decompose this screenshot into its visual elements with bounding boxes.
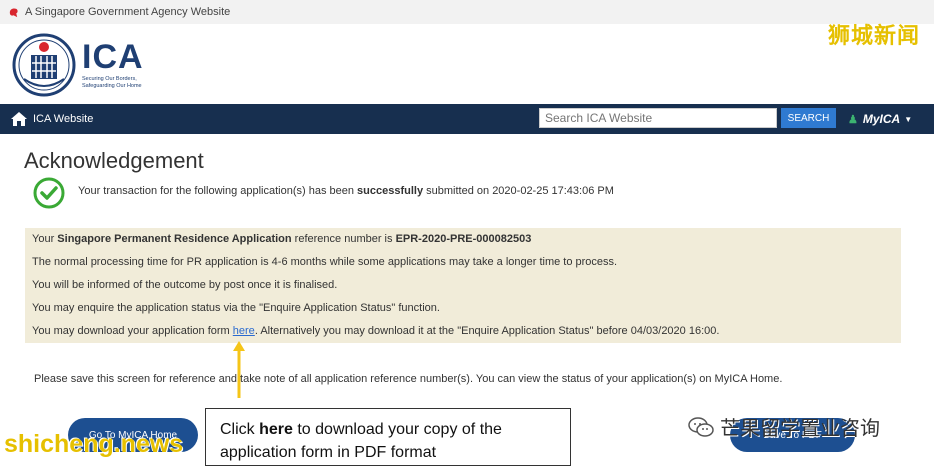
ica-logo[interactable]: ICA Securing Our Borders, Safeguarding O… <box>12 30 144 100</box>
info-outcome: You will be informed of the outcome by p… <box>32 279 338 291</box>
info-line5-prefix: You may download your application form <box>32 325 233 337</box>
success-message: Your transaction for the following appli… <box>78 185 614 197</box>
watermark-bottom-right: 芒果留学置业咨询 <box>688 412 880 441</box>
callout-bold: here <box>259 421 293 438</box>
info-enquire: You may enquire the application status v… <box>32 302 440 314</box>
arrow-up-icon <box>233 341 245 398</box>
gov-banner: A Singapore Government Agency Website <box>0 0 934 24</box>
watermark-bottom-right-text: 芒果留学置业咨询 <box>720 418 880 440</box>
success-bold: successfully <box>357 185 424 197</box>
myica-label: MyICA <box>862 112 901 126</box>
lion-head-icon <box>9 8 18 17</box>
reference-number: EPR-2020-PRE-000082503 <box>395 233 532 245</box>
user-icon: ♟ <box>848 113 858 126</box>
ica-website-link[interactable]: ICA Website <box>10 111 93 127</box>
gov-banner-text: A Singapore Government Agency Website <box>25 6 231 18</box>
main-nav: ICA Website SEARCH ♟ MyICA ▼ <box>0 104 934 134</box>
search-input[interactable] <box>539 108 777 128</box>
ica-crest-icon <box>12 33 76 97</box>
home-icon <box>11 112 27 126</box>
annotation-callout: Click here to download your copy of the … <box>205 408 571 466</box>
search-button[interactable]: SEARCH <box>781 108 836 128</box>
callout-line-2: application form in PDF format <box>220 444 437 461</box>
checkmark-circle-icon <box>33 177 65 209</box>
application-info-box: Your Singapore Permanent Residence Appli… <box>25 228 901 343</box>
logo-title: ICA <box>82 38 144 76</box>
callout-line1-suffix: to download your copy of the <box>292 421 502 438</box>
logo-tagline-1: Securing Our Borders, <box>82 76 137 82</box>
watermark-top: 狮城新闻 <box>827 23 920 48</box>
success-suffix: submitted on 2020-02-25 17:43:06 PM <box>423 185 614 197</box>
myica-menu[interactable]: ♟ MyICA ▼ <box>848 112 912 126</box>
download-here-link[interactable]: here <box>233 325 255 337</box>
caret-down-icon: ▼ <box>904 114 913 124</box>
application-type: Singapore Permanent Residence Applicatio… <box>57 233 292 245</box>
callout-line-1: Click here to download your copy of the <box>220 418 556 441</box>
info-reference-line: Your Singapore Permanent Residence Appli… <box>32 234 894 257</box>
info-line1-prefix: Your <box>32 233 58 245</box>
info-line1-middle: reference number is <box>291 233 396 245</box>
success-prefix: Your transaction for the following appli… <box>78 185 358 197</box>
save-note: Please save this screen for reference an… <box>34 373 783 385</box>
wechat-icon <box>688 416 714 437</box>
info-line5-suffix: . Alternatively you may download it at t… <box>254 325 720 337</box>
ica-website-label: ICA Website <box>33 113 94 125</box>
logo-tagline-2: Safeguarding Our Home <box>82 83 142 89</box>
page-title: Acknowledgement <box>24 148 204 173</box>
info-processing-time: The normal processing time for PR applic… <box>32 256 618 268</box>
callout-prefix: Click <box>220 421 260 438</box>
watermark-bottom-left: shicheng.news <box>4 430 184 458</box>
info-download-line: You may download your application form h… <box>32 326 894 349</box>
